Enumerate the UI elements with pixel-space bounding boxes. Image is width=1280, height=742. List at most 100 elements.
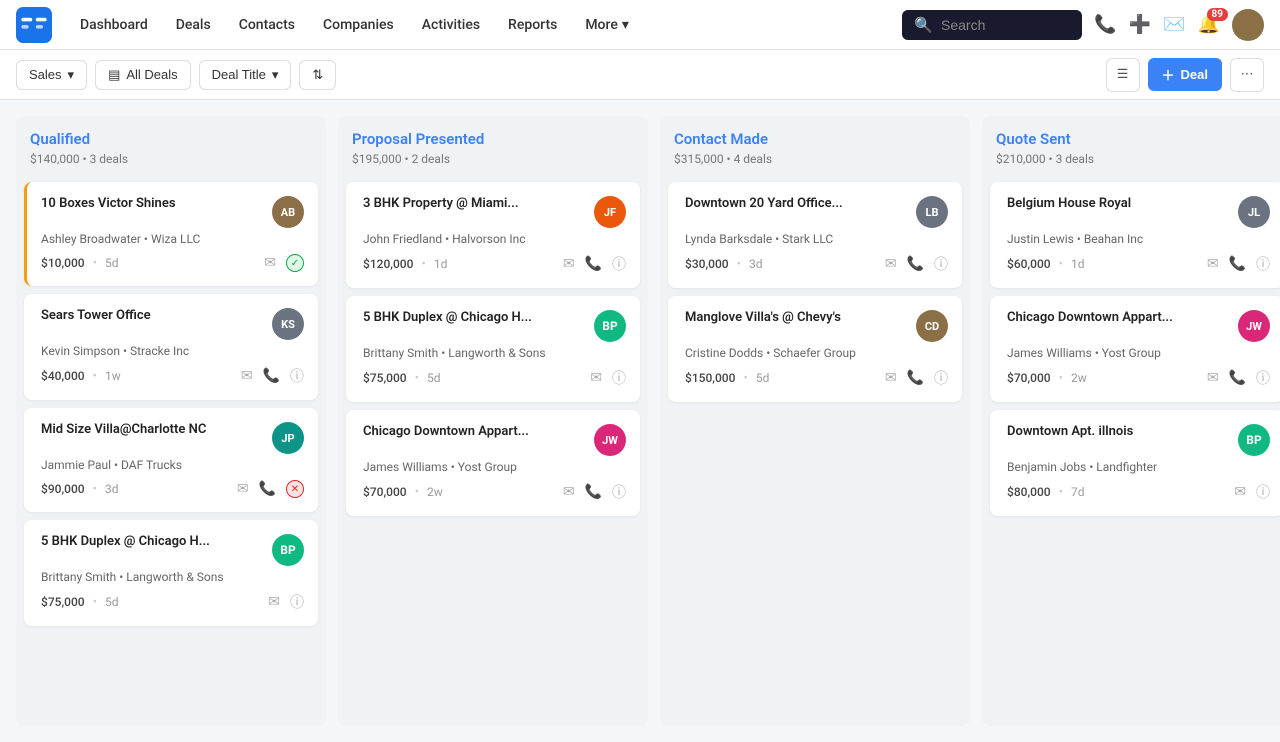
deal-card[interactable]: Belgium House Royal JL Justin Lewis • Be… — [990, 182, 1280, 288]
info-action-icon[interactable]: ⓘ — [290, 366, 304, 386]
email-action-icon[interactable]: ✉ — [885, 256, 897, 272]
info-action-icon[interactable]: ⓘ — [1256, 482, 1270, 502]
nav-contacts[interactable]: Contacts — [227, 11, 307, 39]
search-bar[interactable]: 🔍 — [902, 10, 1082, 40]
status-indicator: ✓ — [286, 254, 304, 272]
phone-icon[interactable]: 📞 — [1094, 14, 1116, 35]
nav-activities[interactable]: Activities — [410, 11, 492, 39]
phone-action-icon[interactable]: 📞 — [263, 368, 280, 384]
info-action-icon[interactable]: ⓘ — [612, 368, 626, 388]
phone-action-icon[interactable]: 📞 — [907, 256, 924, 272]
column-cards: Downtown 20 Yard Office... LB Lynda Bark… — [660, 174, 970, 410]
deal-card[interactable]: Manglove Villa's @ Chevy's CD Cristine D… — [668, 296, 962, 402]
avatar: LB — [916, 196, 948, 228]
avatar: JF — [594, 196, 626, 228]
card-title: 5 BHK Duplex @ Chicago H... — [363, 310, 586, 325]
card-header: Sears Tower Office KS — [41, 308, 304, 340]
toolbar: Sales ▾ ▤ All Deals Deal Title ▾ ⇅ ☰ ＋ D… — [0, 50, 1280, 100]
card-title: Chicago Downtown Appart... — [363, 424, 586, 439]
info-action-icon[interactable]: ⓘ — [934, 368, 948, 388]
sort-button[interactable]: Deal Title ▾ — [199, 60, 292, 90]
notifications-icon[interactable]: 🔔 89 — [1198, 14, 1220, 35]
info-action-icon[interactable]: ⓘ — [290, 592, 304, 612]
add-icon[interactable]: ➕ — [1129, 14, 1151, 35]
info-action-icon[interactable]: ⓘ — [1256, 254, 1270, 274]
info-action-icon[interactable]: ⓘ — [612, 254, 626, 274]
sort-order-button[interactable]: ⇅ — [299, 60, 336, 90]
email-action-icon[interactable]: ✉ — [1207, 370, 1219, 386]
deal-card[interactable]: 10 Boxes Victor Shines AB Ashley Broadwa… — [24, 182, 318, 286]
card-header: Chicago Downtown Appart... JW — [363, 424, 626, 456]
deal-card[interactable]: Downtown Apt. illnois BP Benjamin Jobs •… — [990, 410, 1280, 516]
info-action-icon[interactable]: ⓘ — [934, 254, 948, 274]
nav-deals[interactable]: Deals — [164, 11, 223, 39]
avatar: JW — [1238, 310, 1270, 342]
plus-icon: ＋ — [1162, 65, 1175, 84]
column-quote: Quote Sent $210,000 • 3 deals Belgium Ho… — [982, 116, 1280, 726]
nav-dashboard[interactable]: Dashboard — [68, 11, 160, 39]
nav-companies[interactable]: Companies — [311, 11, 406, 39]
nav-actions: 📞 ➕ ✉️ 🔔 89 — [1094, 9, 1264, 41]
phone-action-icon[interactable]: 📞 — [585, 256, 602, 272]
card-time: 3d — [749, 257, 763, 271]
email-action-icon[interactable]: ✉ — [590, 370, 602, 386]
deal-card[interactable]: Chicago Downtown Appart... JW James Will… — [346, 410, 640, 516]
info-action-icon[interactable]: ⓘ — [1256, 368, 1270, 388]
email-action-icon[interactable]: ✉ — [885, 370, 897, 386]
info-action-icon[interactable]: ⓘ — [612, 482, 626, 502]
card-time: 5d — [105, 595, 119, 609]
card-title: 5 BHK Duplex @ Chicago H... — [41, 534, 264, 549]
user-avatar[interactable] — [1232, 9, 1264, 41]
email-action-icon[interactable]: ✉ — [241, 368, 253, 384]
sales-filter[interactable]: Sales ▾ — [16, 60, 87, 90]
deal-card[interactable]: 5 BHK Duplex @ Chicago H... BP Brittany … — [346, 296, 640, 402]
email-action-icon[interactable]: ✉ — [1234, 484, 1246, 500]
column-contact: Contact Made $315,000 • 4 deals Downtown… — [660, 116, 970, 726]
avatar: AB — [272, 196, 304, 228]
card-footer: $70,000 • 2w ✉ 📞 ⓘ — [363, 482, 626, 502]
nav-more[interactable]: More ▾ — [573, 11, 641, 39]
card-actions: ✉ 📞 ⓘ — [1207, 254, 1270, 274]
email-action-icon[interactable]: ✉ — [563, 484, 575, 500]
column-subtitle: $140,000 • 3 deals — [30, 152, 312, 166]
card-actions: ✉ 📞 ✕ — [237, 480, 304, 498]
card-actions: ✉ 📞 ⓘ — [241, 366, 304, 386]
column-proposal: Proposal Presented $195,000 • 2 deals 3 … — [338, 116, 648, 726]
column-cards: 10 Boxes Victor Shines AB Ashley Broadwa… — [16, 174, 326, 634]
nav-reports[interactable]: Reports — [496, 11, 569, 39]
email-action-icon[interactable]: ✉ — [264, 255, 276, 271]
email-action-icon[interactable]: ✉ — [268, 594, 280, 610]
avatar: BP — [272, 534, 304, 566]
email-action-icon[interactable]: ✉ — [1207, 256, 1219, 272]
phone-action-icon[interactable]: 📞 — [907, 370, 924, 386]
deal-card[interactable]: Mid Size Villa@Charlotte NC JP Jammie Pa… — [24, 408, 318, 512]
phone-action-icon[interactable]: 📞 — [1229, 370, 1246, 386]
phone-action-icon[interactable]: 📞 — [585, 484, 602, 500]
sort-icon: ⇅ — [312, 67, 323, 83]
filter-button[interactable]: ▤ All Deals — [95, 60, 191, 90]
deal-card[interactable]: Sears Tower Office KS Kevin Simpson • St… — [24, 294, 318, 400]
chevron-down-icon: ▾ — [622, 17, 629, 33]
card-time: 5d — [756, 371, 770, 385]
email-icon[interactable]: ✉️ — [1163, 14, 1185, 35]
card-amount: $75,000 — [363, 371, 407, 385]
email-action-icon[interactable]: ✉ — [237, 481, 249, 497]
deal-card[interactable]: Downtown 20 Yard Office... LB Lynda Bark… — [668, 182, 962, 288]
deal-card[interactable]: 3 BHK Property @ Miami... JF John Friedl… — [346, 182, 640, 288]
card-person: James Williams • Yost Group — [1007, 346, 1270, 360]
card-footer: $80,000 • 7d ✉ ⓘ — [1007, 482, 1270, 502]
card-actions: ✉ 📞 ⓘ — [563, 482, 626, 502]
chevron-down-icon: ▾ — [272, 67, 279, 83]
logo[interactable] — [16, 7, 52, 43]
add-deal-button[interactable]: ＋ Deal — [1148, 58, 1222, 91]
deal-card[interactable]: Chicago Downtown Appart... JW James Will… — [990, 296, 1280, 402]
more-options-button[interactable]: ⋯ — [1230, 58, 1264, 92]
phone-action-icon[interactable]: 📞 — [259, 481, 276, 497]
phone-action-icon[interactable]: 📞 — [1229, 256, 1246, 272]
search-input[interactable] — [941, 17, 1061, 33]
card-actions: ✉ 📞 ⓘ — [885, 368, 948, 388]
column-title: Proposal Presented — [352, 130, 634, 148]
list-view-button[interactable]: ☰ — [1106, 58, 1140, 92]
deal-card[interactable]: 5 BHK Duplex @ Chicago H... BP Brittany … — [24, 520, 318, 626]
email-action-icon[interactable]: ✉ — [563, 256, 575, 272]
